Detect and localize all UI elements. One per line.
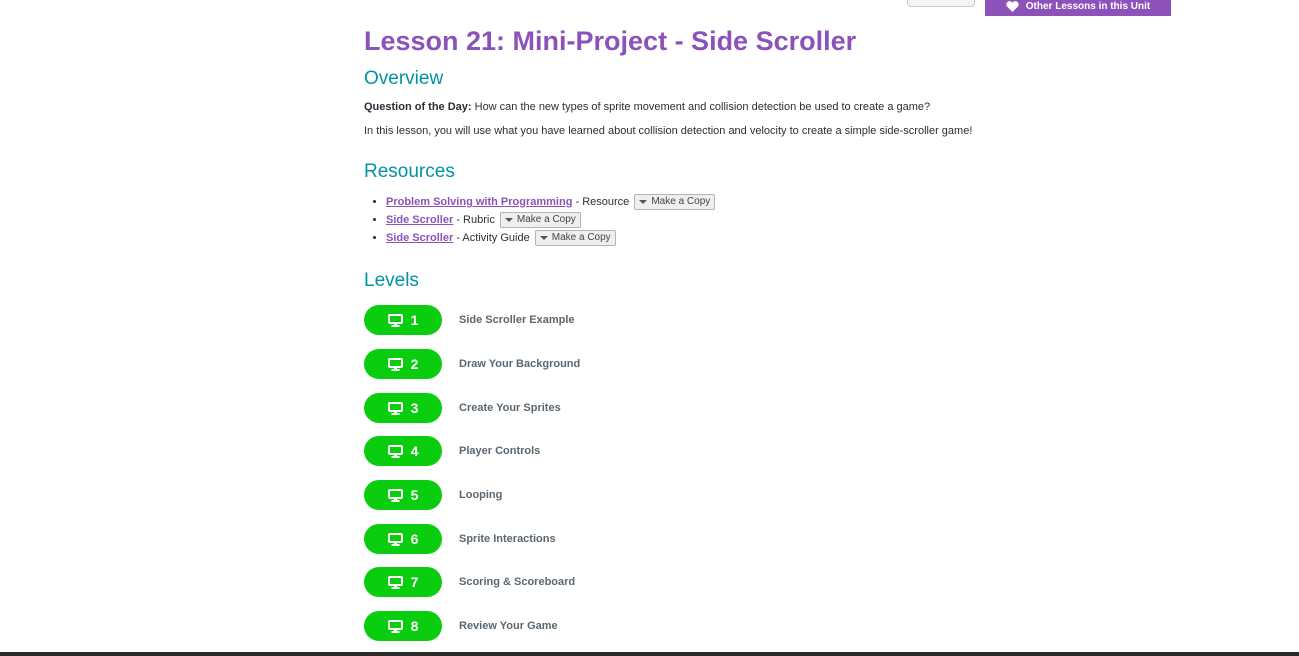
overview-heading: Overview [364,68,444,89]
level-button[interactable]: 3 [364,393,442,423]
level-row[interactable]: 7 Scoring & Scoreboard [364,567,575,597]
resource-link[interactable]: Side Scroller [386,214,453,226]
monitor-icon [387,488,403,502]
level-number: 5 [410,487,419,503]
make-copy-label: Make a Copy [651,196,711,208]
level-name[interactable]: Looping [459,489,502,501]
level-button[interactable]: 1 [364,305,442,335]
top-secondary-button[interactable] [907,0,975,7]
monitor-icon [387,444,403,458]
level-number: 6 [410,531,419,547]
level-number: 7 [410,574,419,590]
make-copy-button[interactable]: Make a Copy [499,212,581,229]
level-row[interactable]: 6 Sprite Interactions [364,524,556,554]
monitor-icon [387,357,403,371]
monitor-icon [387,575,403,589]
resource-item: Side Scroller - Rubric Make a Copy [386,211,715,229]
resource-item: Problem Solving with Programming - Resou… [386,193,716,211]
question-of-the-day: Question of the Day: How can the new typ… [364,101,930,113]
level-name[interactable]: Sprite Interactions [459,533,556,545]
make-copy-button[interactable]: Make a Copy [634,194,716,211]
monitor-icon [387,532,403,546]
question-label: Question of the Day: [364,101,472,113]
level-number: 4 [410,443,419,459]
levels-heading: Levels [364,270,419,291]
resource-item: Side Scroller - Activity Guide Make a Co… [386,229,715,247]
resource-link[interactable]: Problem Solving with Programming [386,196,572,208]
level-number: 3 [410,400,419,416]
level-name[interactable]: Side Scroller Example [459,314,575,326]
make-copy-button[interactable]: Make a Copy [534,230,616,247]
caret-down-icon [639,200,648,205]
level-name[interactable]: Create Your Sprites [459,402,561,414]
resources-list: Problem Solving with Programming - Resou… [364,193,716,247]
resource-type: - Resource [572,196,630,208]
resource-link[interactable]: Side Scroller [386,232,453,244]
level-name[interactable]: Scoring & Scoreboard [459,576,575,588]
bottom-bar [0,652,1299,656]
monitor-icon [387,401,403,415]
level-row[interactable]: 1 Side Scroller Example [364,305,575,335]
level-number: 2 [410,356,419,372]
level-button[interactable]: 2 [364,349,442,379]
caret-down-icon [539,236,548,241]
level-name[interactable]: Player Controls [459,445,540,457]
level-name[interactable]: Review Your Game [459,620,558,632]
level-row[interactable]: 8 Review Your Game [364,611,558,641]
level-row[interactable]: 3 Create Your Sprites [364,393,561,423]
resources-heading: Resources [364,161,455,182]
level-row[interactable]: 4 Player Controls [364,436,540,466]
caret-down-icon [504,218,513,223]
resource-type: - Activity Guide [453,232,530,244]
heart-icon [1006,0,1019,12]
level-number: 8 [410,618,419,634]
question-text: How can the new types of sprite movement… [471,101,931,113]
make-copy-label: Make a Copy [516,214,576,226]
level-button[interactable]: 7 [364,567,442,597]
level-button[interactable]: 8 [364,611,442,641]
level-button[interactable]: 5 [364,480,442,510]
page-title: Lesson 21: Mini-Project - Side Scroller [364,26,857,56]
level-name[interactable]: Draw Your Background [459,358,580,370]
monitor-icon [387,619,403,633]
make-copy-label: Make a Copy [551,232,611,244]
lesson-description: In this lesson, you will use what you ha… [364,125,973,137]
level-button[interactable]: 4 [364,436,442,466]
monitor-icon [387,313,403,327]
other-lessons-label: Other Lessons in this Unit [1025,0,1151,12]
level-button[interactable]: 6 [364,524,442,554]
other-lessons-button[interactable]: Other Lessons in this Unit [985,0,1171,16]
level-number: 1 [410,312,419,328]
resource-type: - Rubric [453,214,495,226]
level-row[interactable]: 5 Looping [364,480,502,510]
level-row[interactable]: 2 Draw Your Background [364,349,580,379]
